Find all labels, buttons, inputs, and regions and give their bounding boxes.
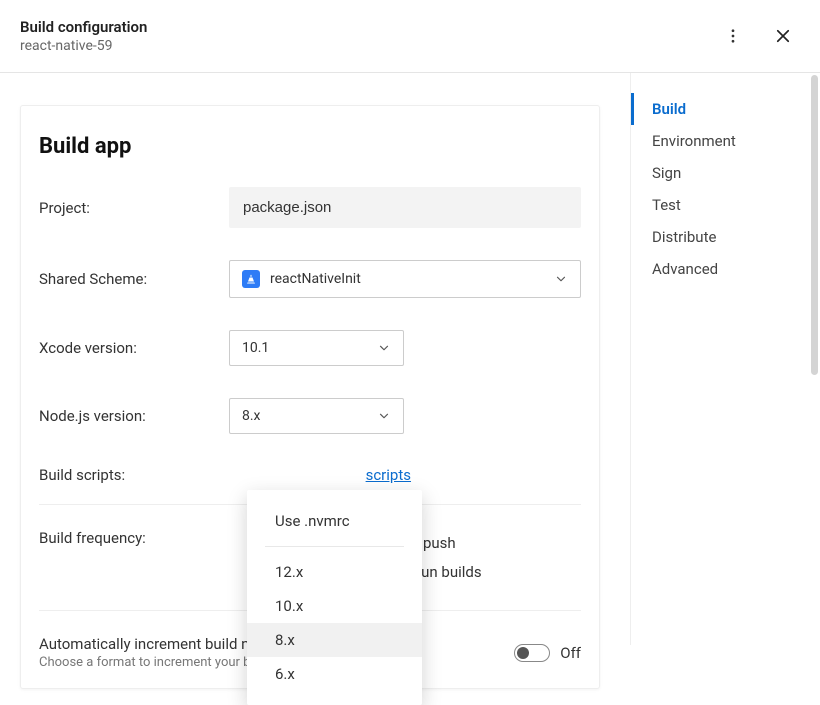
node-version-label: Node.js version: <box>39 407 229 425</box>
sidebar-item-build[interactable]: Build <box>631 93 820 125</box>
node-option-12-x[interactable]: 12.x <box>247 555 422 589</box>
build-settings-card: Build app Project: Shared Scheme: reac <box>20 105 600 689</box>
build-scripts-link[interactable]: scripts <box>366 466 411 484</box>
settings-sidebar: BuildEnvironmentSignTestDistributeAdvanc… <box>630 73 820 645</box>
build-frequency-option-manual[interactable]: to run builds <box>399 558 581 587</box>
header-subtitle: react-native-59 <box>20 38 147 54</box>
dropdown-divider <box>265 546 404 547</box>
xcode-version-label: Xcode version: <box>39 339 229 357</box>
shared-scheme-select[interactable]: reactNativeInit <box>229 260 581 298</box>
chevron-down-icon <box>377 409 391 423</box>
node-option-10-x[interactable]: 10.x <box>247 589 422 623</box>
build-frequency-label: Build frequency: <box>39 529 229 547</box>
chevron-down-icon <box>554 272 568 286</box>
node-option-6-x[interactable]: 6.x <box>247 657 422 691</box>
close-icon <box>774 27 792 45</box>
xcode-version-select[interactable]: 10.1 <box>229 330 404 366</box>
project-label: Project: <box>39 199 229 217</box>
sidebar-item-test[interactable]: Test <box>631 189 820 221</box>
node-option-nvmrc[interactable]: Use .nvmrc <box>247 504 422 538</box>
more-vertical-icon <box>724 27 742 45</box>
node-version-select[interactable]: 8.x <box>229 398 404 434</box>
build-frequency-option-push[interactable]: ery push <box>399 529 581 558</box>
toggle-state-text: Off <box>560 644 581 662</box>
header-title: Build configuration <box>20 18 147 36</box>
toggle-knob <box>517 647 529 659</box>
card-title: Build app <box>39 134 581 159</box>
node-version-dropdown: Use .nvmrc 12.x10.x8.x6.x <box>247 490 422 705</box>
sidebar-item-distribute[interactable]: Distribute <box>631 221 820 253</box>
shared-scheme-value: reactNativeInit <box>270 271 361 287</box>
close-button[interactable] <box>770 23 796 49</box>
sidebar-item-advanced[interactable]: Advanced <box>631 253 820 285</box>
auto-increment-toggle[interactable] <box>514 644 550 662</box>
chevron-down-icon <box>377 341 391 355</box>
more-options-button[interactable] <box>720 23 746 49</box>
build-scripts-label: Build scripts: <box>39 466 229 484</box>
shared-scheme-label: Shared Scheme: <box>39 270 229 288</box>
sidebar-item-environment[interactable]: Environment <box>631 125 820 157</box>
app-store-icon <box>242 270 260 288</box>
project-field <box>229 187 581 228</box>
dialog-header: Build configuration react-native-59 <box>0 0 820 73</box>
sidebar-item-sign[interactable]: Sign <box>631 157 820 189</box>
node-version-value: 8.x <box>242 408 261 424</box>
xcode-version-value: 10.1 <box>242 340 269 356</box>
scrollbar[interactable] <box>811 75 818 375</box>
